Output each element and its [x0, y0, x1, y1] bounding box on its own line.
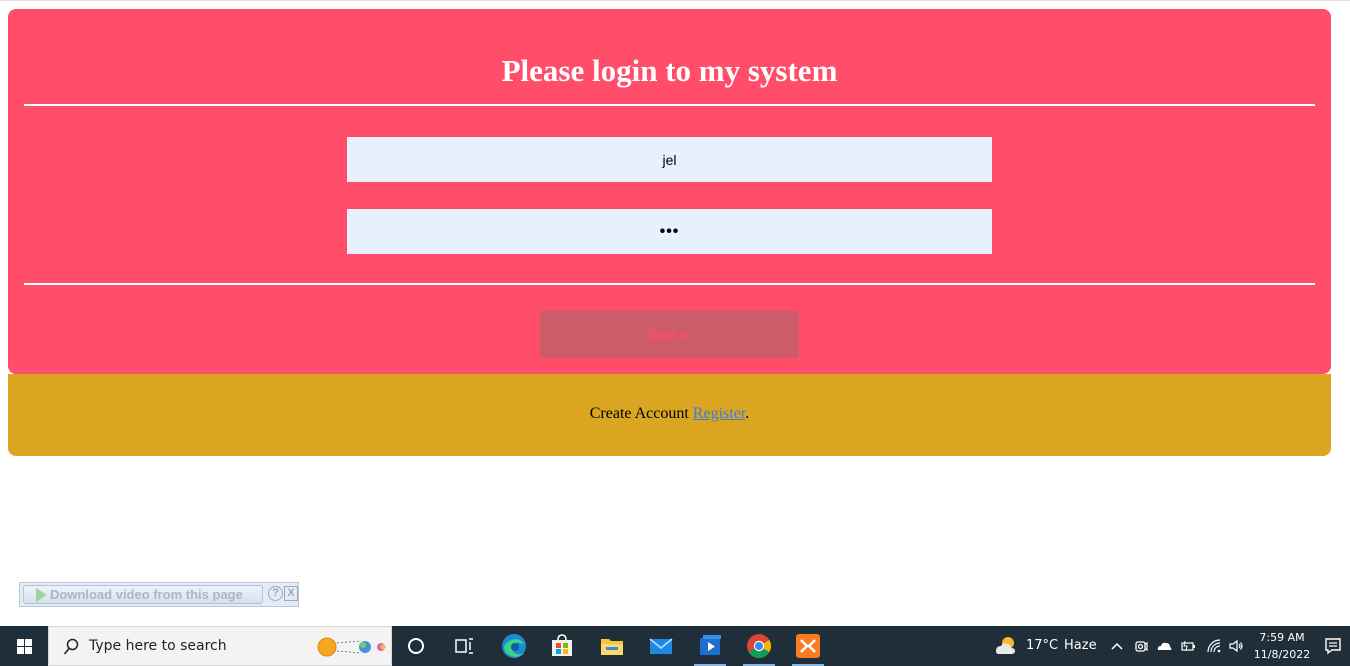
wifi-icon[interactable]	[1206, 638, 1222, 654]
media-player-icon	[700, 635, 721, 655]
login-title: Please login to my system	[501, 53, 838, 88]
task-view-icon	[455, 638, 473, 654]
clock-date: 11/8/2022	[1253, 648, 1311, 661]
file-explorer-icon	[601, 639, 623, 655]
download-video-label: Download video from this page	[50, 587, 243, 602]
search-highlight-icon	[317, 637, 386, 657]
weather-temperature: 17°C	[1026, 638, 1059, 653]
register-link[interactable]: Register	[693, 405, 745, 422]
edge-button[interactable]	[490, 626, 538, 666]
login-card: Please login to my system Sign In	[8, 9, 1331, 374]
windows-logo-icon	[17, 639, 32, 654]
store-icon	[552, 634, 572, 656]
download-video-button[interactable]: Download video from this page	[23, 585, 263, 604]
chrome-icon	[747, 634, 772, 659]
mail-button[interactable]	[637, 626, 685, 666]
search-placeholder: Type here to search	[89, 638, 227, 654]
sign-in-button[interactable]: Sign In	[540, 311, 799, 358]
meet-now-icon[interactable]	[1133, 638, 1149, 654]
notification-center-icon[interactable]	[1324, 637, 1342, 655]
download-video-toolbar: Download video from this page ? X	[19, 582, 299, 607]
cortana-icon	[408, 638, 424, 654]
xampp-button[interactable]	[784, 626, 832, 666]
start-button[interactable]	[0, 626, 48, 666]
divider-top	[24, 104, 1315, 106]
close-icon[interactable]: X	[284, 586, 298, 601]
top-rule	[0, 0, 1350, 1]
username-input[interactable]	[347, 137, 992, 182]
battery-icon[interactable]	[1180, 638, 1196, 654]
taskbar: Type here to search 17°C Haze 7:59 AM 11…	[0, 626, 1350, 666]
store-button[interactable]	[538, 626, 586, 666]
edge-icon	[502, 634, 526, 658]
xampp-icon	[796, 634, 820, 658]
register-card: Create Account Register.	[8, 374, 1331, 456]
onedrive-cloud-icon[interactable]	[1156, 638, 1172, 654]
system-clock[interactable]: 7:59 AM 11/8/2022	[1248, 629, 1316, 663]
divider-bottom	[24, 283, 1315, 285]
search-icon	[63, 638, 79, 655]
file-explorer-button[interactable]	[588, 626, 636, 666]
chrome-button[interactable]	[735, 626, 783, 666]
task-view-button[interactable]	[440, 626, 488, 666]
register-prompt: Create Account Register.	[8, 405, 1331, 423]
cortana-button[interactable]	[392, 626, 440, 666]
media-player-button[interactable]	[686, 626, 734, 666]
help-icon[interactable]: ?	[268, 586, 283, 601]
register-suffix: .	[745, 405, 750, 422]
weather-description: Haze	[1064, 638, 1097, 653]
weather-haze-icon	[996, 637, 1015, 654]
volume-icon[interactable]	[1228, 638, 1244, 654]
mail-icon	[649, 638, 673, 654]
clock-time: 7:59 AM	[1259, 631, 1305, 644]
taskbar-search-box[interactable]: Type here to search	[48, 626, 392, 666]
register-prefix: Create Account	[589, 405, 693, 422]
password-input[interactable]	[347, 209, 992, 254]
chevron-up-icon[interactable]	[1109, 638, 1125, 654]
play-icon	[36, 588, 47, 602]
